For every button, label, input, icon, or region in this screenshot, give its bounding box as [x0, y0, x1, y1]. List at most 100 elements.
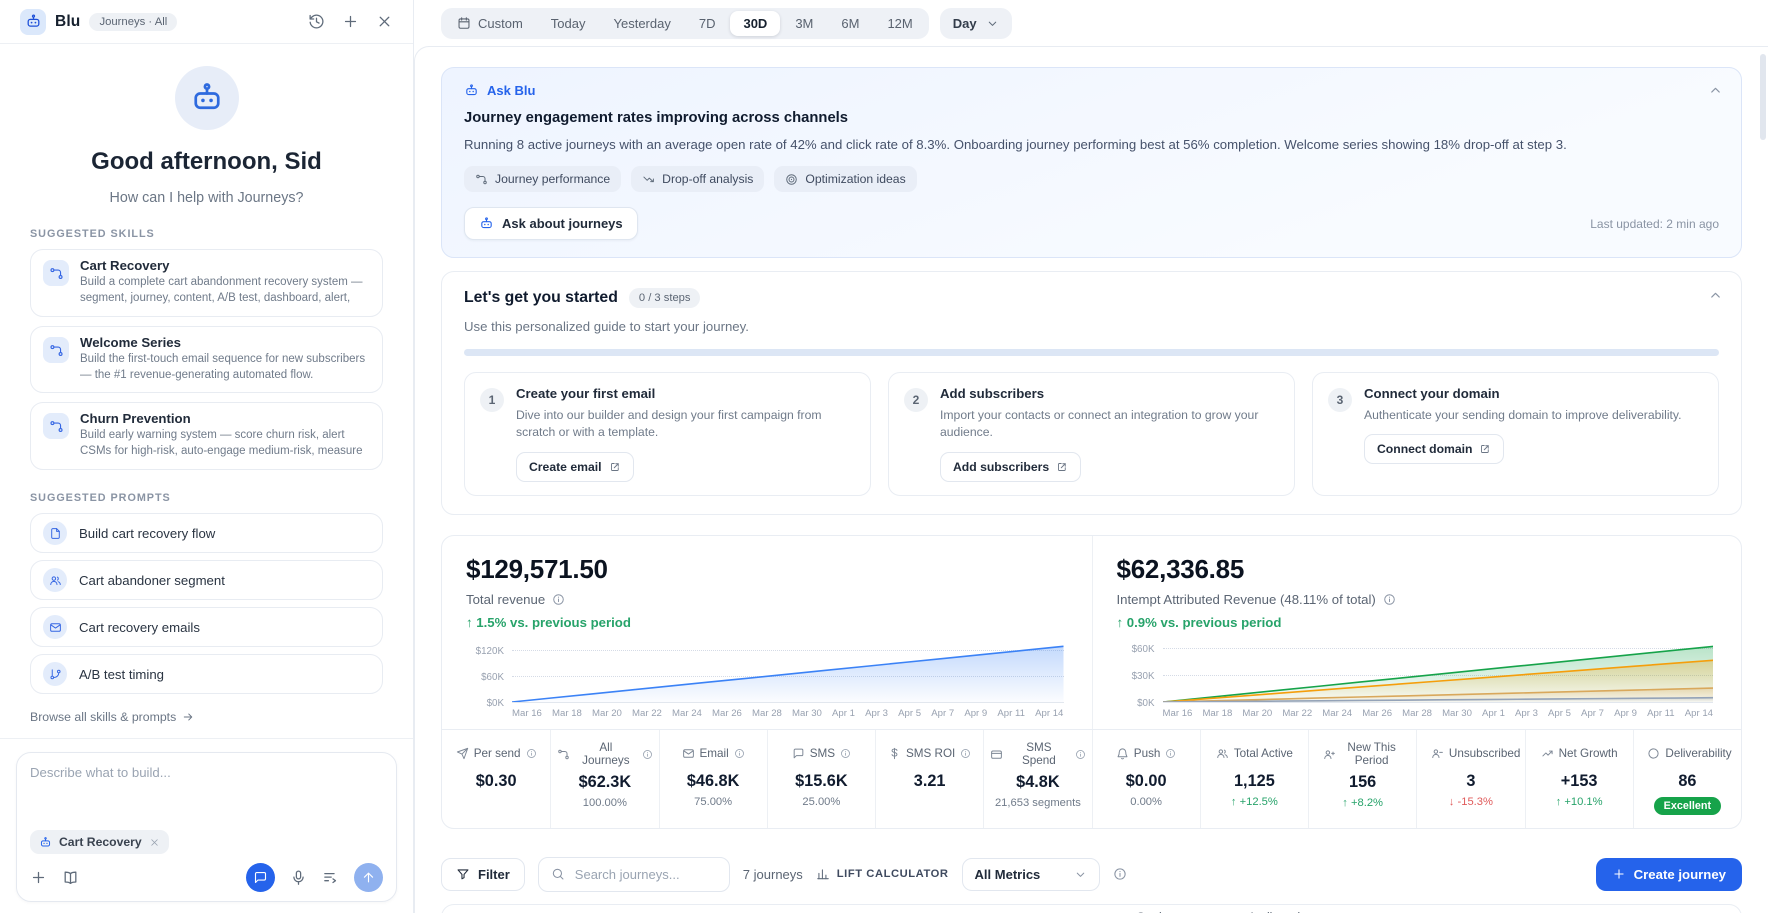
chart-attributed-revenue: $62,336.85Intempt Attributed Revenue (48…: [1092, 536, 1742, 729]
insight-chip-label: Optimization ideas: [805, 172, 905, 186]
range-label: Custom: [478, 16, 523, 31]
history-icon[interactable]: [308, 13, 325, 30]
queue-icon[interactable]: [322, 869, 339, 886]
robot-icon: [189, 80, 225, 116]
chat-bubble-icon: [253, 870, 268, 885]
granularity-select[interactable]: Day: [940, 8, 1012, 39]
remove-chip-icon[interactable]: [149, 837, 160, 848]
range-6m[interactable]: 6M: [828, 11, 872, 36]
info-icon[interactable]: [734, 748, 745, 759]
chart-series: [1163, 644, 1714, 702]
create-journey-button[interactable]: Create journey: [1596, 858, 1742, 891]
range-yesterday[interactable]: Yesterday: [601, 11, 684, 36]
filter-label: Filter: [478, 867, 510, 882]
add-subscribers-button[interactable]: Add subscribers: [940, 452, 1081, 482]
x-tick-label: Apr 7: [931, 708, 954, 719]
step-card-create-your-first-email: 1Create your first emailDive into our bu…: [464, 372, 871, 496]
step-cta-label: Create email: [529, 460, 602, 474]
range-custom[interactable]: Custom: [444, 11, 536, 36]
x-tick-label: Mar 26: [1362, 708, 1392, 719]
new-chat-icon[interactable]: [342, 13, 359, 30]
range-3m[interactable]: 3M: [782, 11, 826, 36]
connect-domain-button[interactable]: Connect domain: [1364, 434, 1504, 464]
date-range-group: Custom TodayYesterday7D30D3M6M 12M: [441, 8, 929, 39]
x-tick-label: Mar 22: [1282, 708, 1312, 719]
context-chip-cart-recovery[interactable]: Cart Recovery: [30, 830, 169, 854]
close-panel-icon[interactable]: [376, 13, 393, 30]
info-icon[interactable]: [642, 749, 653, 760]
info-icon[interactable]: [526, 748, 537, 759]
insight-chip-label: Journey performance: [495, 172, 610, 186]
range-30d[interactable]: 30D: [730, 11, 780, 36]
prompt-build-cart-recovery-flow[interactable]: Build cart recovery flow: [30, 513, 383, 553]
prompt-icon-tile: [43, 568, 67, 592]
metric-sub-value: 25.00%: [802, 796, 840, 808]
info-icon[interactable]: [1075, 749, 1086, 760]
prompt-cart-recovery-emails[interactable]: Cart recovery emails: [30, 607, 383, 647]
prompt-a-b-test-timing[interactable]: A/B test timing: [30, 654, 383, 694]
search-input[interactable]: [573, 866, 717, 883]
metric-deliverability: Deliverability86Excellent: [1633, 730, 1741, 828]
prompt-cart-abandoner-segment[interactable]: Cart abandoner segment: [30, 560, 383, 600]
collapse-ask-blu-icon[interactable]: [1708, 83, 1723, 98]
info-icon[interactable]: [1165, 748, 1176, 759]
y-tick-label: $30K: [1117, 671, 1155, 682]
metric-label: Deliverability: [1665, 747, 1727, 760]
info-icon[interactable]: [552, 593, 565, 606]
collapse-get-started-icon[interactable]: [1708, 288, 1723, 303]
metrics-row: Per send$0.30All Journeys$62.3K100.00%Em…: [442, 729, 1741, 828]
chat-mode-button[interactable]: [246, 863, 275, 892]
range-label: 12M: [887, 16, 912, 31]
lift-calculator-button[interactable]: LIFT CALCULATOR: [816, 867, 949, 881]
column-label: Goal Completions: [1136, 910, 1224, 913]
step-description: Import your contacts or connect an integ…: [940, 407, 1279, 442]
range-today[interactable]: Today: [538, 11, 599, 36]
column-header-attributed-revenue[interactable]: Attributed Revenue: [1248, 910, 1366, 913]
skill-card-welcome-series[interactable]: Welcome SeriesBuild the first-touch emai…: [30, 326, 383, 393]
metric-value: $15.6K: [795, 772, 848, 791]
metric-label-row: Push: [1116, 741, 1177, 767]
metrics-select-value: All Metrics: [975, 867, 1041, 882]
metric-sms-roi: SMS ROI3.21: [875, 730, 983, 828]
scrollbar-thumb[interactable]: [1760, 54, 1766, 140]
filter-button[interactable]: Filter: [441, 858, 525, 891]
chart-label-row: Total revenue: [466, 592, 1068, 607]
skill-icon-tile: [43, 337, 69, 363]
ask-about-journeys-button[interactable]: Ask about journeys: [464, 207, 638, 240]
send-button[interactable]: [354, 863, 383, 892]
skill-card-churn-prevention[interactable]: Churn PreventionBuild early warning syst…: [30, 402, 383, 470]
range-7d[interactable]: 7D: [686, 11, 729, 36]
composer-input[interactable]: Describe what to build... Cart Recovery: [16, 752, 397, 902]
create-email-button[interactable]: Create email: [516, 452, 634, 482]
arrow-right-icon: [182, 711, 194, 723]
insight-chip-drop-off-analysis[interactable]: Drop-off analysis: [631, 166, 764, 192]
assistant-body: Good afternoon, Sid How can I help with …: [0, 44, 413, 738]
skill-card-cart-recovery[interactable]: Cart RecoveryBuild a complete cart aband…: [30, 249, 383, 317]
info-icon[interactable]: [1113, 867, 1127, 881]
metric-value: $46.8K: [687, 772, 740, 791]
step-text: Connect your domainAuthenticate your sen…: [1364, 386, 1682, 482]
mic-icon[interactable]: [290, 869, 307, 886]
target-icon: [785, 173, 798, 186]
main-area: Custom TodayYesterday7D30D3M6M 12M Day Ask…: [414, 0, 1768, 913]
x-tick-label: Mar 24: [672, 708, 702, 719]
info-icon[interactable]: [840, 748, 851, 759]
attach-icon[interactable]: [30, 869, 47, 886]
insight-chip-journey-performance[interactable]: Journey performance: [464, 166, 621, 192]
insight-chip-optimization-ideas[interactable]: Optimization ideas: [774, 166, 916, 192]
funnel-icon: [456, 867, 470, 881]
column-header-goal-completions[interactable]: Goal Completions: [1136, 910, 1248, 913]
metric-sub-value: 100.00%: [583, 797, 627, 809]
x-tick-label: Apr 5: [898, 708, 921, 719]
journey-icon: [49, 266, 64, 281]
x-tick-label: Apr 9: [964, 708, 987, 719]
metrics-select[interactable]: All Metrics: [962, 858, 1100, 891]
mail-icon: [49, 621, 62, 634]
library-icon[interactable]: [62, 869, 79, 886]
info-icon[interactable]: [960, 748, 971, 759]
browse-all-link[interactable]: Browse all skills & prompts: [30, 710, 194, 724]
chart-plot: $60K$30K$0K: [1163, 644, 1714, 702]
insight-body: Running 8 active journeys with an averag…: [464, 137, 1719, 152]
info-icon[interactable]: [1383, 593, 1396, 606]
range-12m[interactable]: 12M: [874, 11, 925, 36]
